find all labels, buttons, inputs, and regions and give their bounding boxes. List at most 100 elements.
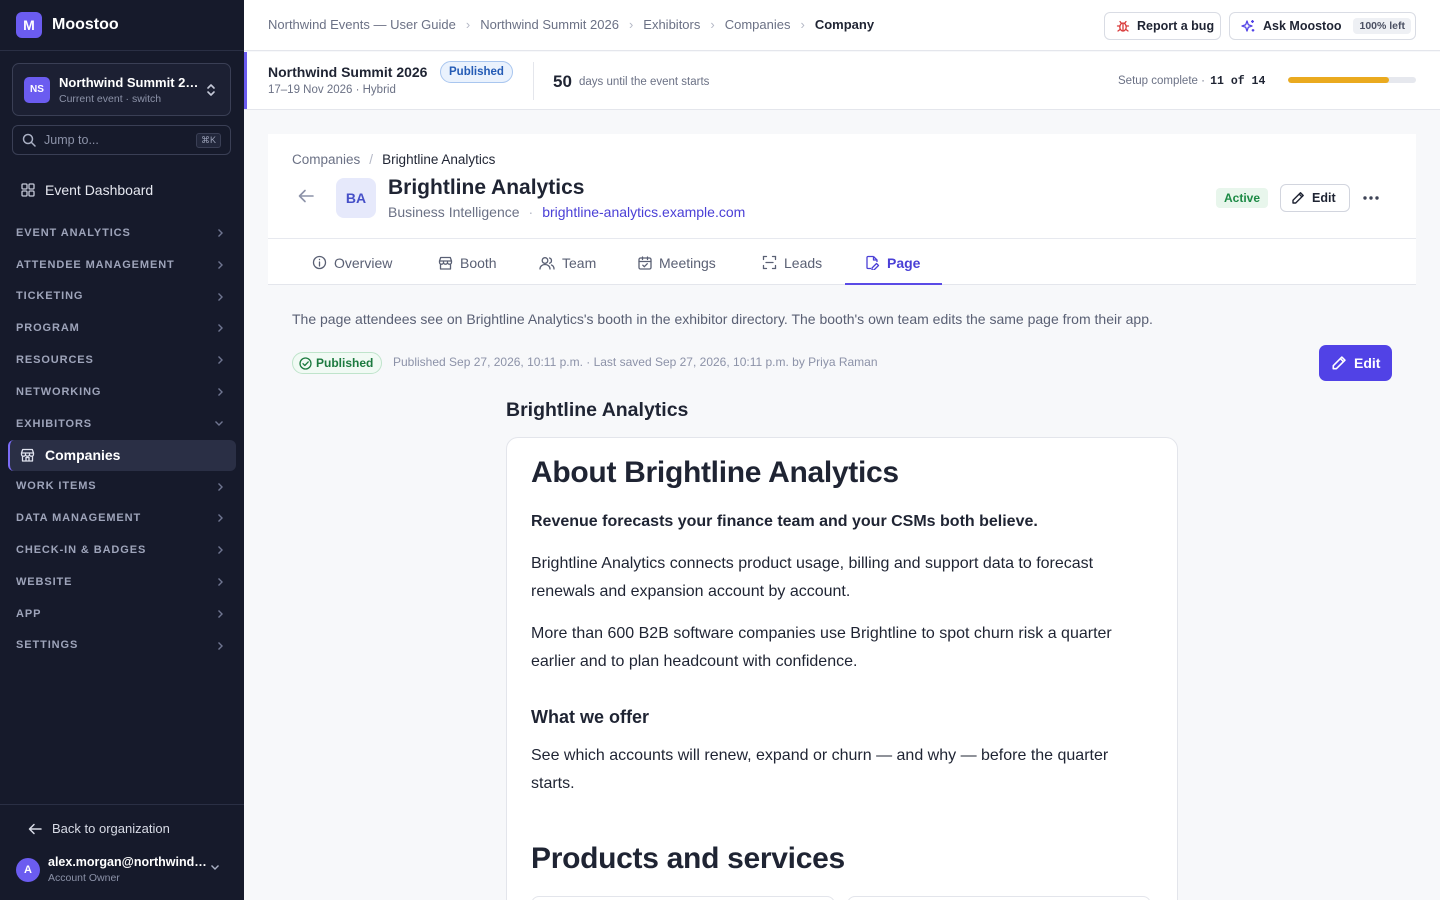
event-switch-hint: Current event · switch <box>59 92 162 105</box>
chevron-right-icon <box>216 228 224 238</box>
back-to-organization-link[interactable]: Back to organization <box>28 821 170 836</box>
jump-placeholder: Jump to... <box>44 133 99 147</box>
edit-page-button[interactable]: Edit <box>1319 345 1392 381</box>
tab-label: Leads <box>784 254 823 271</box>
chevron-right-icon <box>216 641 224 651</box>
tab-page[interactable]: Page <box>865 239 920 286</box>
event-name: Northwind Summit 2026 <box>59 74 199 90</box>
sparkles-icon <box>1241 19 1256 34</box>
file-edit-icon <box>865 255 880 270</box>
sidebar-group-exhibitors[interactable]: EXHIBITORS <box>0 408 244 440</box>
user-menu[interactable]: A alex.morgan@northwind-events.example.c… <box>16 855 236 884</box>
chevron-right-icon <box>216 292 224 302</box>
tab-overview[interactable]: Overview <box>312 239 392 286</box>
page-description: The page attendees see on Brightline Ana… <box>292 311 1153 327</box>
sidebar-group-settings[interactable]: SETTINGS <box>0 630 244 662</box>
app-name: Moostoo <box>52 16 119 33</box>
group-label: APP <box>16 607 42 620</box>
company-industry: Business Intelligence <box>388 204 520 220</box>
arrow-left-icon <box>28 823 42 835</box>
check-circle-icon <box>299 356 312 370</box>
tab-booth[interactable]: Booth <box>438 239 497 286</box>
tab-team[interactable]: Team <box>539 239 596 286</box>
chevron-right-icon: › <box>628 17 634 32</box>
sidebar-group-app[interactable]: APP <box>0 598 244 630</box>
breadcrumb-current: Company <box>814 17 875 32</box>
top-bar: Northwind Events — User Guide › Northwind… <box>244 0 1440 51</box>
sidebar-group-resources[interactable]: RESOURCES <box>0 344 244 376</box>
tab-label: Booth <box>460 254 497 271</box>
sidebar-item-label: Event Dashboard <box>45 182 154 198</box>
tab-meetings[interactable]: Meetings <box>638 239 716 286</box>
breadcrumb-item[interactable]: Exhibitors <box>643 17 700 32</box>
brand[interactable]: M Moostoo <box>0 0 244 51</box>
company-status-badge: Active <box>1216 188 1269 208</box>
chevron-right-icon <box>216 355 224 365</box>
sidebar-group-website[interactable]: WEBSITE <box>0 566 244 598</box>
search-icon <box>22 133 36 147</box>
event-switcher[interactable]: NS Northwind Summit 2026 Current event ·… <box>12 63 231 116</box>
chevron-up-down-icon <box>205 82 217 98</box>
sidebar-item-event-dashboard[interactable]: Event Dashboard <box>8 176 235 204</box>
sidebar-item-companies[interactable]: Companies <box>8 439 236 471</box>
group-label: DATA MANAGEMENT <box>16 512 142 525</box>
chevron-right-icon: › <box>465 17 471 32</box>
company-breadcrumb: Companies / Brightline Analytics <box>292 152 495 167</box>
event-title: Northwind Summit 2026 <box>268 64 428 80</box>
preview-paragraph: More than 600 B2B software companies use… <box>531 625 1112 670</box>
bug-icon <box>1116 19 1130 33</box>
chevron-down-icon <box>214 419 224 427</box>
ask-moostoo-label: Ask Moostoo <box>1263 19 1342 33</box>
tab-label: Page <box>887 254 921 271</box>
product-cards <box>531 896 1151 900</box>
ask-moostoo-button[interactable]: Ask Moostoo 100% left <box>1229 12 1416 40</box>
edit-label: Edit <box>1354 355 1381 371</box>
company-meta: Business Intelligence · brightline-analyti… <box>388 204 745 220</box>
sidebar-group-event-analytics[interactable]: EVENT ANALYTICS <box>0 217 244 249</box>
tab-label: Team <box>562 254 597 271</box>
store-icon <box>20 448 35 462</box>
chevron-right-icon <box>216 387 224 397</box>
chevron-right-icon: › <box>800 17 805 32</box>
sidebar-group-ticketing[interactable]: TICKETING <box>0 281 244 313</box>
breadcrumb-item[interactable]: Northwind Events — User Guide <box>268 17 456 32</box>
page-status-label: Published <box>316 356 374 370</box>
edit-company-button[interactable]: Edit <box>1280 184 1350 212</box>
setup-progress-bar <box>1288 77 1416 83</box>
group-label: SETTINGS <box>16 639 79 652</box>
company-name: Brightline Analytics <box>388 176 585 199</box>
group-label: WORK ITEMS <box>16 480 97 493</box>
breadcrumb-item[interactable]: Northwind Summit 2026 <box>480 17 619 32</box>
preview-paragraph: See which accounts will renew, expand or… <box>531 747 1109 792</box>
store-icon <box>438 256 453 270</box>
company-tabs: Overview Booth Team Meetings Leads Page <box>268 238 1416 285</box>
company-website-link[interactable]: brightline-analytics.example.com <box>542 204 745 220</box>
product-card <box>847 896 1151 900</box>
setup-label: Setup complete · <box>1118 75 1205 87</box>
sidebar-group-program[interactable]: PROGRAM <box>0 312 244 344</box>
arrow-left-icon[interactable] <box>298 189 314 203</box>
jump-to-search[interactable]: Jump to... ⌘K <box>12 125 231 155</box>
preview-section-heading: Products and services <box>531 842 845 875</box>
tab-leads[interactable]: Leads <box>762 239 822 286</box>
chevron-right-icon <box>216 513 224 523</box>
group-label: RESOURCES <box>16 354 94 367</box>
sidebar-group-data-management[interactable]: DATA MANAGEMENT <box>0 502 244 534</box>
group-label: CHECK-IN & BADGES <box>16 544 147 557</box>
breadcrumb-item[interactable]: Companies <box>292 152 360 167</box>
sidebar-group-work-items[interactable]: WORK ITEMS <box>0 471 244 503</box>
report-bug-button[interactable]: Report a bug <box>1104 12 1221 40</box>
sidebar-group-check-in-badges[interactable]: CHECK-IN & BADGES <box>0 534 244 566</box>
chevron-right-icon <box>216 482 224 492</box>
back-label: Back to organization <box>52 821 170 836</box>
sidebar-group-attendee-management[interactable]: ATTENDEE MANAGEMENT <box>0 249 244 281</box>
sidebar: M Moostoo NS Northwind Summit 2026 Curre… <box>0 0 244 900</box>
group-label: TICKETING <box>16 290 84 303</box>
group-label: NETWORKING <box>16 385 102 398</box>
chevron-right-icon <box>216 609 224 619</box>
dashboard-grid-icon <box>21 183 35 197</box>
days-countdown: 50 <box>553 72 572 91</box>
breadcrumb-item[interactable]: Companies <box>725 17 791 32</box>
sidebar-group-networking[interactable]: NETWORKING <box>0 376 244 408</box>
more-options-icon[interactable] <box>1362 191 1380 205</box>
